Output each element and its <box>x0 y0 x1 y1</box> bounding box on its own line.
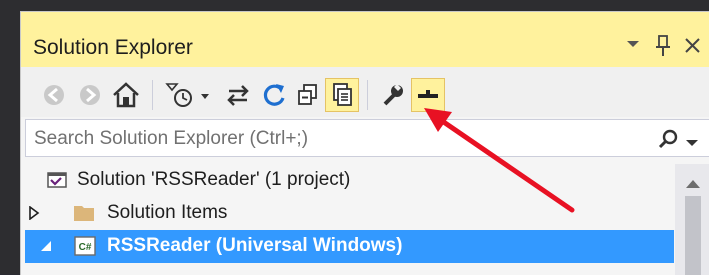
svg-text:C#: C# <box>79 242 92 253</box>
ide-background <box>0 0 709 11</box>
tree-item-label: Solution 'RSSReader' (1 project) <box>77 169 351 190</box>
search-box[interactable] <box>25 119 709 157</box>
close-icon[interactable] <box>681 31 705 59</box>
forward-arrow-icon[interactable] <box>73 78 107 112</box>
chevron-down-icon[interactable] <box>686 135 698 146</box>
panel-title: Solution Explorer <box>33 36 193 59</box>
tree-item-label: Solution Items <box>107 202 228 223</box>
expand-arrow-icon[interactable] <box>27 205 41 221</box>
panel-title-bar: Solution Explorer <box>21 12 709 67</box>
collapse-arrow-icon[interactable] <box>39 239 53 253</box>
csharp-project-icon: C# <box>73 235 97 257</box>
collapse-all-icon[interactable] <box>291 78 325 112</box>
preview-icon[interactable] <box>411 78 445 112</box>
sync-icon[interactable] <box>221 78 255 112</box>
pin-icon[interactable] <box>651 31 675 59</box>
tree-item-rssreader-project[interactable]: C# RSSReader (Universal Windows) <box>25 230 674 263</box>
solution-icon <box>45 169 69 191</box>
window-position-dropdown-icon[interactable] <box>621 31 645 59</box>
clock-filter-icon[interactable] <box>161 78 217 112</box>
solution-tree: Solution 'RSSReader' (1 project) Solutio… <box>25 164 709 275</box>
search-icon[interactable] <box>658 128 680 150</box>
tree-item-solution[interactable]: Solution 'RSSReader' (1 project) <box>25 164 675 197</box>
scroll-up-arrow-icon[interactable] <box>686 176 700 188</box>
solution-explorer-panel: Solution Explorer Search Solution Explor… <box>20 11 709 275</box>
tree-item-solution-items[interactable]: Solution Items <box>25 197 675 230</box>
toolbar-separator <box>367 80 368 110</box>
back-arrow-icon[interactable] <box>37 78 71 112</box>
show-all-files-icon[interactable] <box>325 78 359 112</box>
solution-explorer-toolbar <box>21 67 709 117</box>
tree-item-label: RSSReader (Universal Windows) <box>107 235 403 256</box>
vertical-scrollbar[interactable] <box>675 164 709 275</box>
search-input[interactable] <box>32 126 636 152</box>
scrollbar-thumb[interactable] <box>685 196 701 275</box>
refresh-icon[interactable] <box>257 78 291 112</box>
home-icon[interactable] <box>109 78 143 112</box>
toolbar-separator <box>152 80 153 110</box>
ide-background-left <box>0 0 20 274</box>
wrench-icon[interactable] <box>375 78 409 112</box>
folder-icon <box>73 202 97 224</box>
